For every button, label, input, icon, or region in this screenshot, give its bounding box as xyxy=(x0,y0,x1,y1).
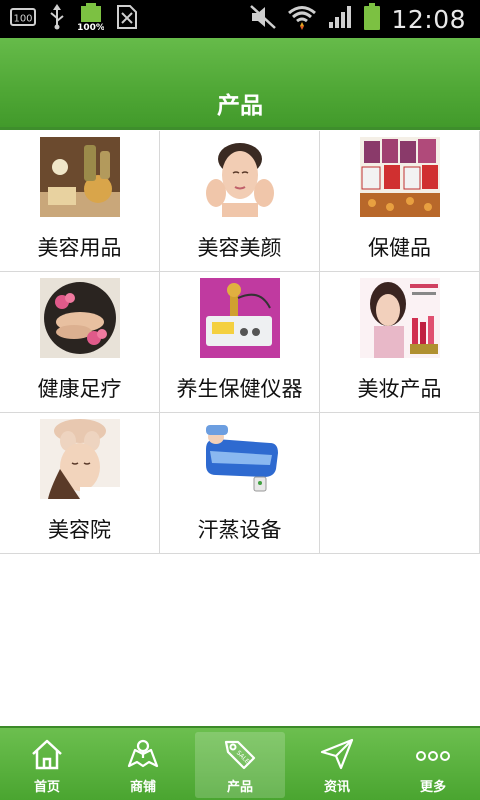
nav-item-more[interactable]: 更多 xyxy=(388,732,478,798)
empty-cell xyxy=(320,413,480,553)
page-title: 产品 xyxy=(217,93,263,119)
category-item-sauna-equipment[interactable]: 汗蒸设备 xyxy=(160,413,320,553)
sim-card-100-icon: 100 xyxy=(10,6,36,32)
wifi-icon xyxy=(287,4,317,34)
category-label: 健康足疗 xyxy=(37,377,122,401)
spa-products-image xyxy=(40,137,120,217)
category-grid: 美容用品 美容美颜 保健品 健康足疗 养生保健仪器 美妆产品 美容院 汗蒸设备 xyxy=(0,131,480,554)
category-label: 汗蒸设备 xyxy=(197,518,282,542)
category-label: 养生保健仪器 xyxy=(176,377,303,401)
nav-item-shop[interactable]: 商铺 xyxy=(98,732,188,798)
signal-icon xyxy=(327,4,353,34)
shop-map-icon xyxy=(125,736,161,772)
supplements-image xyxy=(360,137,440,217)
bottom-nav: 首页 商铺 SALE 产品 资讯 更多 xyxy=(0,726,480,800)
nav-label: 商铺 xyxy=(129,780,156,795)
category-label: 美妆产品 xyxy=(357,377,442,401)
app-header: 产品 xyxy=(0,38,480,130)
category-item-health-products[interactable]: 保健品 xyxy=(320,131,480,271)
battery-100-icon: 100% xyxy=(77,3,105,35)
nav-label: 产品 xyxy=(226,780,253,795)
nav-label: 更多 xyxy=(419,780,446,795)
category-label: 美容院 xyxy=(48,518,111,542)
svg-text:100: 100 xyxy=(13,14,32,25)
nav-label: 首页 xyxy=(33,780,60,795)
grid-row: 美容用品 美容美颜 保健品 xyxy=(0,131,480,272)
category-label: 保健品 xyxy=(368,236,431,260)
status-left-icons: 100 100% xyxy=(10,3,138,35)
foot-massage-image xyxy=(40,278,120,358)
svg-text:100%: 100% xyxy=(78,23,104,31)
category-item-health-devices[interactable]: 养生保健仪器 xyxy=(160,272,320,412)
category-item-beauty-face[interactable]: 美容美颜 xyxy=(160,131,320,271)
category-item-foot-therapy[interactable]: 健康足疗 xyxy=(0,272,160,412)
nav-item-news[interactable]: 资讯 xyxy=(292,732,382,798)
usb-icon xyxy=(48,4,66,34)
category-item-cosmetics[interactable]: 美妆产品 xyxy=(320,272,480,412)
beauty-salon-image xyxy=(40,419,120,499)
paper-plane-icon xyxy=(319,736,355,772)
nav-item-home[interactable]: 首页 xyxy=(2,732,92,798)
sale-tag-icon: SALE xyxy=(222,736,258,772)
nav-label: 资讯 xyxy=(323,780,350,795)
category-item-beauty-supplies[interactable]: 美容用品 xyxy=(0,131,160,271)
clock: 12:08 xyxy=(391,4,466,34)
category-label: 美容用品 xyxy=(37,236,122,260)
battery-icon xyxy=(363,3,381,35)
nav-item-products[interactable]: SALE 产品 xyxy=(195,732,285,798)
grid-row: 美容院 汗蒸设备 xyxy=(0,413,480,554)
sauna-tub-image xyxy=(200,419,280,499)
more-dots-icon xyxy=(415,736,451,772)
face-care-image xyxy=(200,137,280,217)
status-bar: 100 100% 12:08 xyxy=(0,0,480,38)
category-item-beauty-salon[interactable]: 美容院 xyxy=(0,413,160,553)
sd-card-icon xyxy=(116,4,138,34)
status-right-icons: 12:08 xyxy=(249,3,466,35)
mute-icon xyxy=(249,4,277,34)
home-icon xyxy=(29,736,65,772)
health-device-image xyxy=(200,278,280,358)
grid-row: 健康足疗 养生保健仪器 美妆产品 xyxy=(0,272,480,413)
cosmetics-image xyxy=(360,278,440,358)
category-label: 美容美颜 xyxy=(197,236,282,260)
